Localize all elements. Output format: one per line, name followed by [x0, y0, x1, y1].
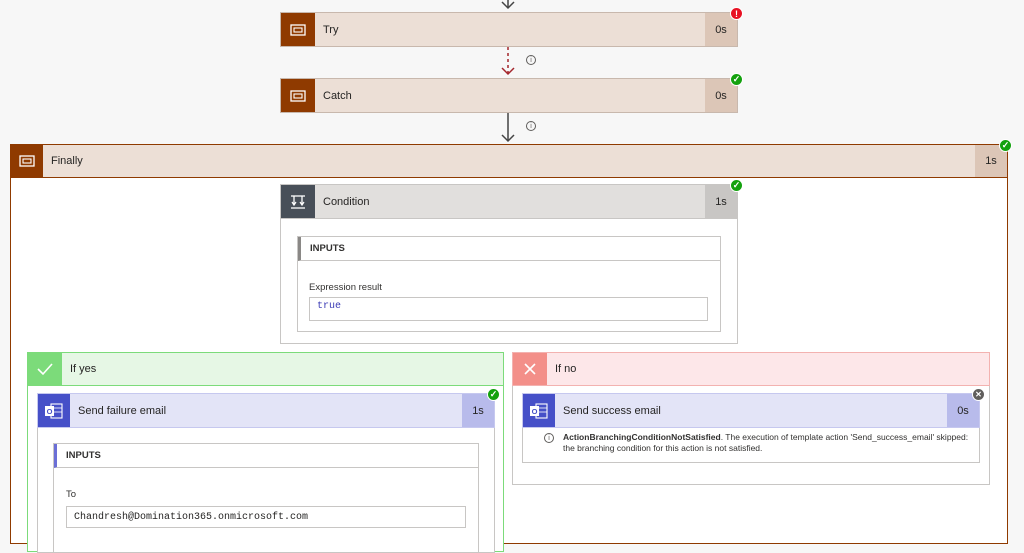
try-scope-card[interactable]: Try 0s !: [280, 7, 743, 47]
success-status-icon: ✓: [730, 179, 743, 192]
skipped-status-icon: ✕: [972, 388, 985, 401]
if-no-header[interactable]: If no: [512, 352, 990, 386]
svg-text:O: O: [47, 407, 53, 416]
finally-title: Finally: [51, 155, 83, 167]
send-failure-email-title: Send failure email: [78, 404, 167, 417]
condition-title: Condition: [323, 195, 370, 208]
send-success-email-card[interactable]: O Send success email 0s ✕: [522, 388, 985, 428]
finally-scope-card[interactable]: Finally 1s ✓: [10, 139, 1012, 178]
expression-result-value[interactable]: true: [309, 297, 708, 321]
condition-card[interactable]: Condition 1s ✓: [280, 179, 743, 219]
success-status-icon: ✓: [999, 139, 1012, 152]
info-icon[interactable]: i: [526, 55, 536, 65]
condition-icon: [281, 185, 315, 218]
scope-icon: [11, 145, 43, 177]
svg-text:O: O: [532, 407, 538, 416]
catch-scope-card[interactable]: Catch 0s ✓: [280, 73, 743, 113]
skipped-reason: ActionBranchingConditionNotSatisfied: [563, 432, 721, 442]
scope-icon: [281, 79, 315, 112]
to-label: To: [66, 489, 77, 500]
error-status-icon: !: [730, 7, 743, 20]
if-yes-label: If yes: [70, 363, 97, 375]
checkmark-icon: [28, 353, 62, 385]
outlook-icon: O: [38, 394, 70, 427]
success-status-icon: ✓: [730, 73, 743, 86]
skipped-message: i ActionBranchingConditionNotSatisfied. …: [544, 432, 969, 454]
if-yes-header[interactable]: If yes: [27, 352, 504, 386]
expression-result-label: Expression result: [309, 282, 382, 293]
send-failure-email-card[interactable]: O Send failure email 1s ✓: [37, 388, 500, 428]
success-status-icon: ✓: [487, 388, 500, 401]
scope-icon: [281, 13, 315, 46]
try-title: Try: [323, 23, 339, 36]
send-success-email-title: Send success email: [563, 404, 661, 417]
info-icon: i: [544, 433, 554, 443]
to-value[interactable]: Chandresh@Domination365.onmicrosoft.com: [66, 506, 466, 528]
outlook-icon: O: [523, 394, 555, 427]
inputs-header: INPUTS: [54, 444, 478, 468]
close-icon: [513, 353, 547, 385]
inputs-header: INPUTS: [298, 237, 720, 261]
info-icon[interactable]: i: [526, 121, 536, 131]
if-no-label: If no: [555, 363, 577, 375]
failure-email-inputs-section: INPUTS: [53, 443, 479, 553]
catch-title: Catch: [323, 89, 352, 102]
